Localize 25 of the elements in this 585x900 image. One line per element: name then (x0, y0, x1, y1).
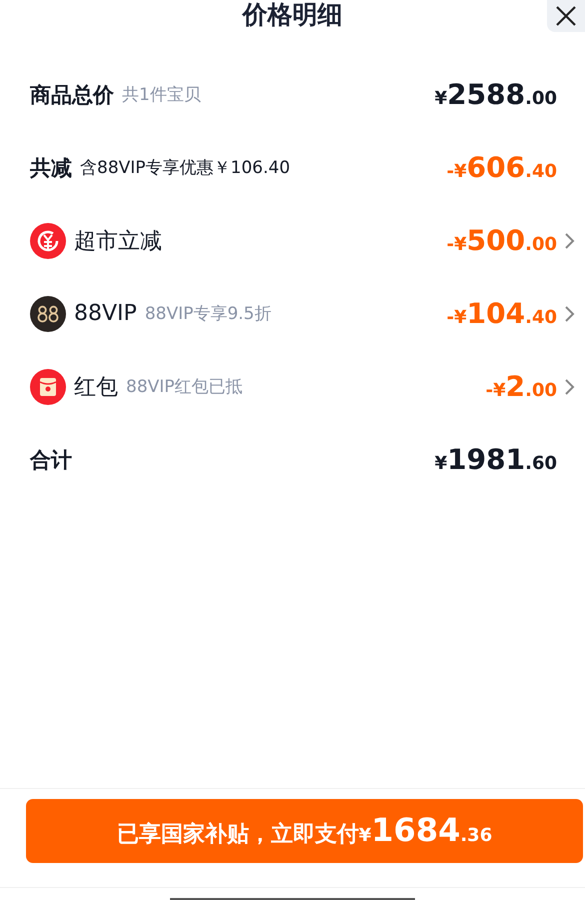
envelope-icon (30, 368, 66, 404)
row-note: 共1件宝贝 (122, 84, 201, 106)
sheet-title: 价格明细 (242, 0, 342, 30)
row-note: 88VIP红包已抵 (126, 376, 243, 398)
amount: -¥104.40 (446, 297, 557, 330)
close-button[interactable] (547, 0, 585, 32)
chevron-right-icon[interactable] (563, 378, 577, 396)
row-label: 红包 (74, 374, 118, 402)
vip-badge-icon (30, 296, 66, 332)
row-label: 超市立减 (74, 228, 162, 256)
close-icon (555, 5, 577, 27)
chevron-right-icon[interactable] (563, 304, 577, 322)
row-label: 合计 (30, 446, 72, 474)
row-label: 商品总价 (30, 82, 114, 108)
row-label: 共减 (30, 154, 72, 182)
amount: ¥1981.60 (434, 443, 557, 476)
row-label: 88VIP (74, 301, 137, 326)
amount: -¥606.40 (446, 151, 557, 184)
chevron-right-icon[interactable] (563, 232, 577, 250)
amount: -¥2.00 (486, 370, 557, 403)
row-note: 88VIP专享9.5折 (144, 303, 272, 325)
row-note: 含88VIP专享优惠￥106.40 (80, 157, 290, 179)
pay-button[interactable]: 已享国家补贴，立即支付¥1684.36 (26, 799, 583, 863)
amount: -¥500.00 (446, 224, 557, 257)
amount: ¥2588.00 (434, 78, 557, 111)
